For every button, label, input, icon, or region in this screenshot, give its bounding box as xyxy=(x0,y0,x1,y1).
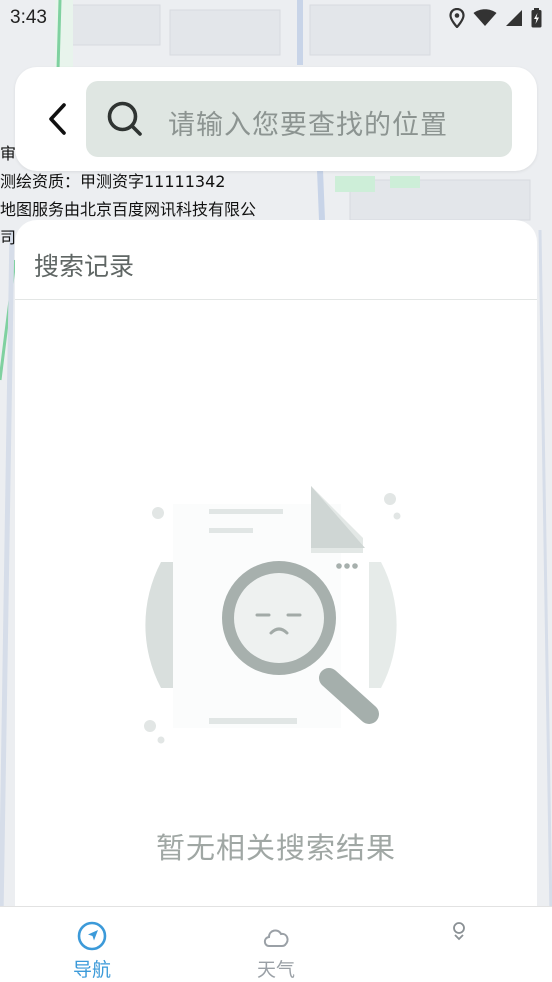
search-card: 请输入您要查找的位置 xyxy=(15,67,537,171)
search-placeholder: 请输入您要查找的位置 xyxy=(168,110,448,141)
navigation-icon xyxy=(77,921,107,951)
tab-weather-label: 天气 xyxy=(256,959,295,981)
search-history-panel: 搜索记录 暂无相关搜索结果 xyxy=(15,220,537,920)
search-input[interactable]: 请输入您要查找的位置 xyxy=(86,81,512,157)
back-arrow-icon xyxy=(49,103,66,135)
history-header: 搜索记录 xyxy=(15,220,537,300)
map-copyright-line: 测绘资质：甲测资字11111342 xyxy=(0,172,226,191)
empty-result-text: 暂无相关搜索结果 xyxy=(155,831,396,865)
bottom-tab-bar: 导航 天气 xyxy=(0,906,552,982)
signal-icon xyxy=(506,10,522,26)
app-icon xyxy=(453,922,465,941)
tab-navigation[interactable]: 导航 xyxy=(32,907,152,982)
tab-app[interactable] xyxy=(400,907,520,982)
history-title: 搜索记录 xyxy=(34,252,135,281)
battery-icon xyxy=(531,8,542,28)
tab-weather[interactable]: 天气 xyxy=(216,907,336,982)
back-button[interactable] xyxy=(37,97,77,141)
status-bar: 3:43 xyxy=(0,0,552,38)
search-icon xyxy=(107,101,142,136)
location-icon xyxy=(449,8,465,28)
empty-search-illustration xyxy=(136,486,406,748)
wifi-icon xyxy=(473,9,497,26)
tab-navigation-label: 导航 xyxy=(72,959,111,981)
status-time: 3:43 xyxy=(10,7,47,28)
cloud-icon xyxy=(263,929,289,947)
